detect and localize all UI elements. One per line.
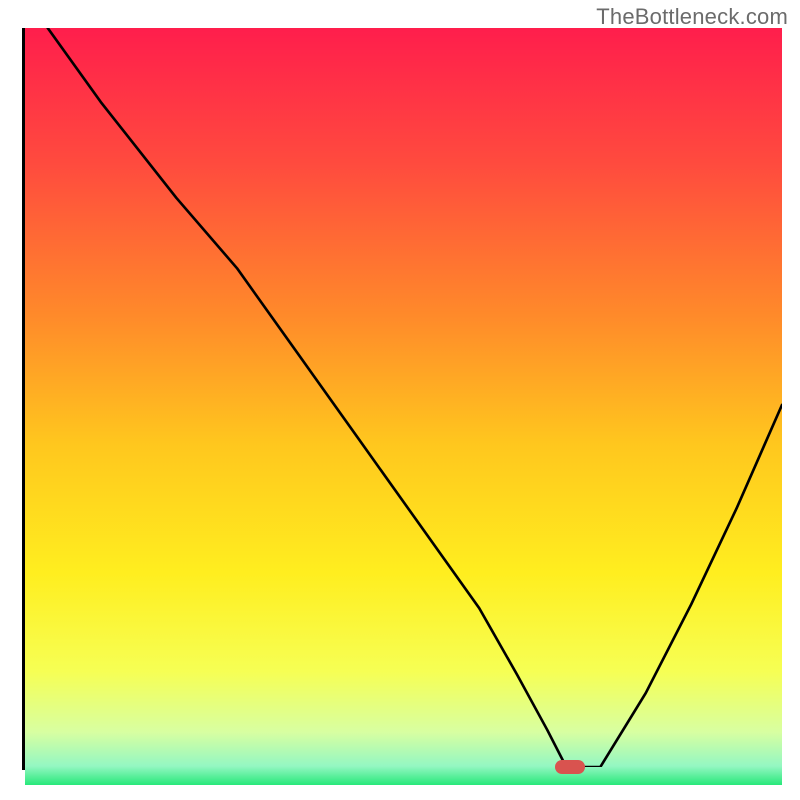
plot-area xyxy=(22,28,782,770)
bottleneck-curve xyxy=(48,28,782,767)
curve-layer xyxy=(25,28,782,767)
optimum-marker xyxy=(555,760,585,774)
watermark-text: TheBottleneck.com xyxy=(596,4,788,30)
bottleneck-chart: TheBottleneck.com xyxy=(0,0,800,800)
